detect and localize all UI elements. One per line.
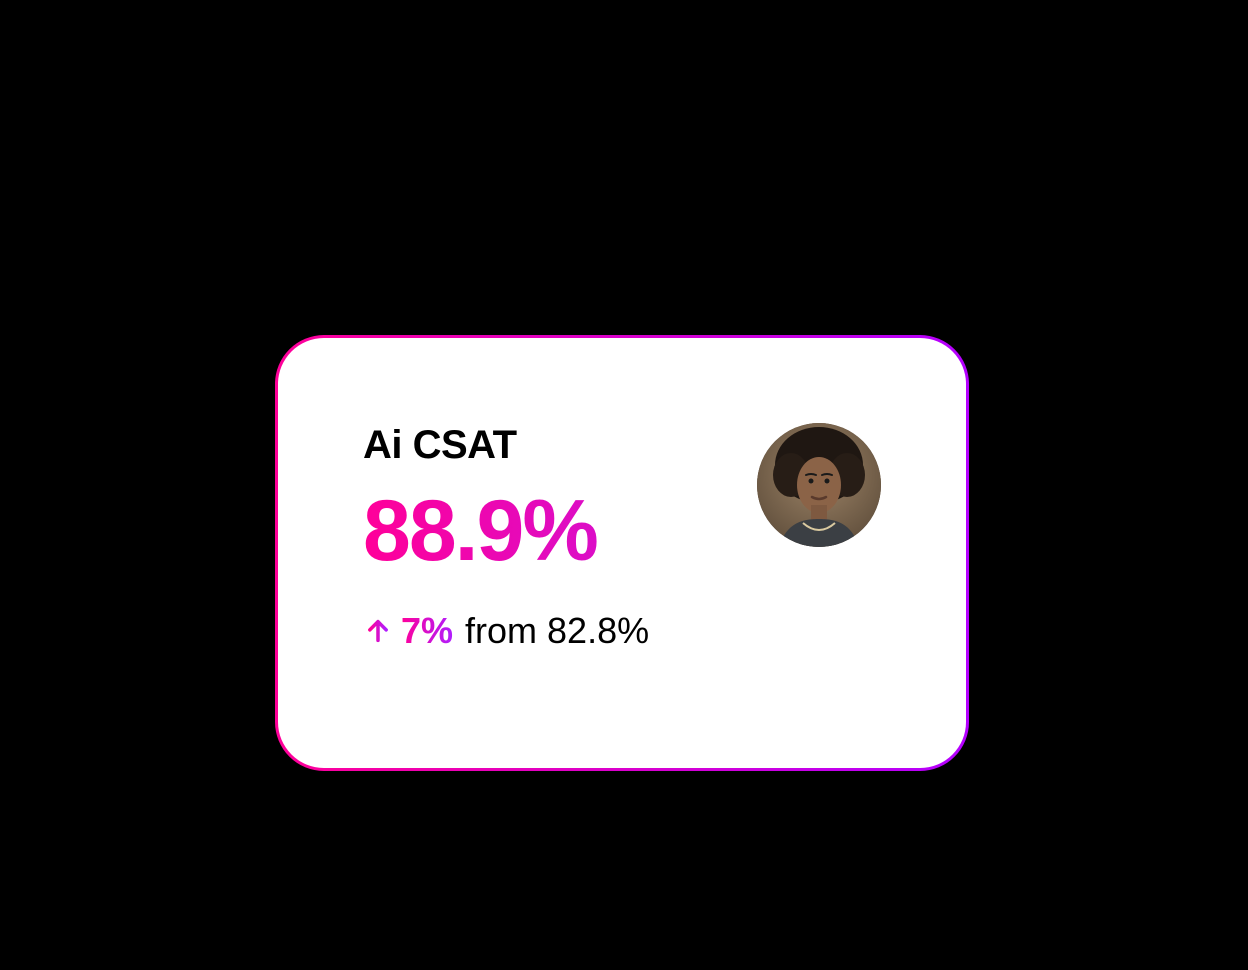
avatar bbox=[757, 423, 881, 547]
csat-metric-card: Ai CSAT 88.9% 7% from 82.8% bbox=[278, 338, 966, 768]
metric-change-from: from 82.8% bbox=[465, 610, 649, 652]
card-content: Ai CSAT 88.9% 7% from 82.8% bbox=[363, 423, 881, 698]
arrow-up-icon bbox=[363, 616, 393, 646]
metric-change-delta: 7% bbox=[401, 610, 453, 652]
metric-change-row: 7% from 82.8% bbox=[363, 610, 881, 652]
